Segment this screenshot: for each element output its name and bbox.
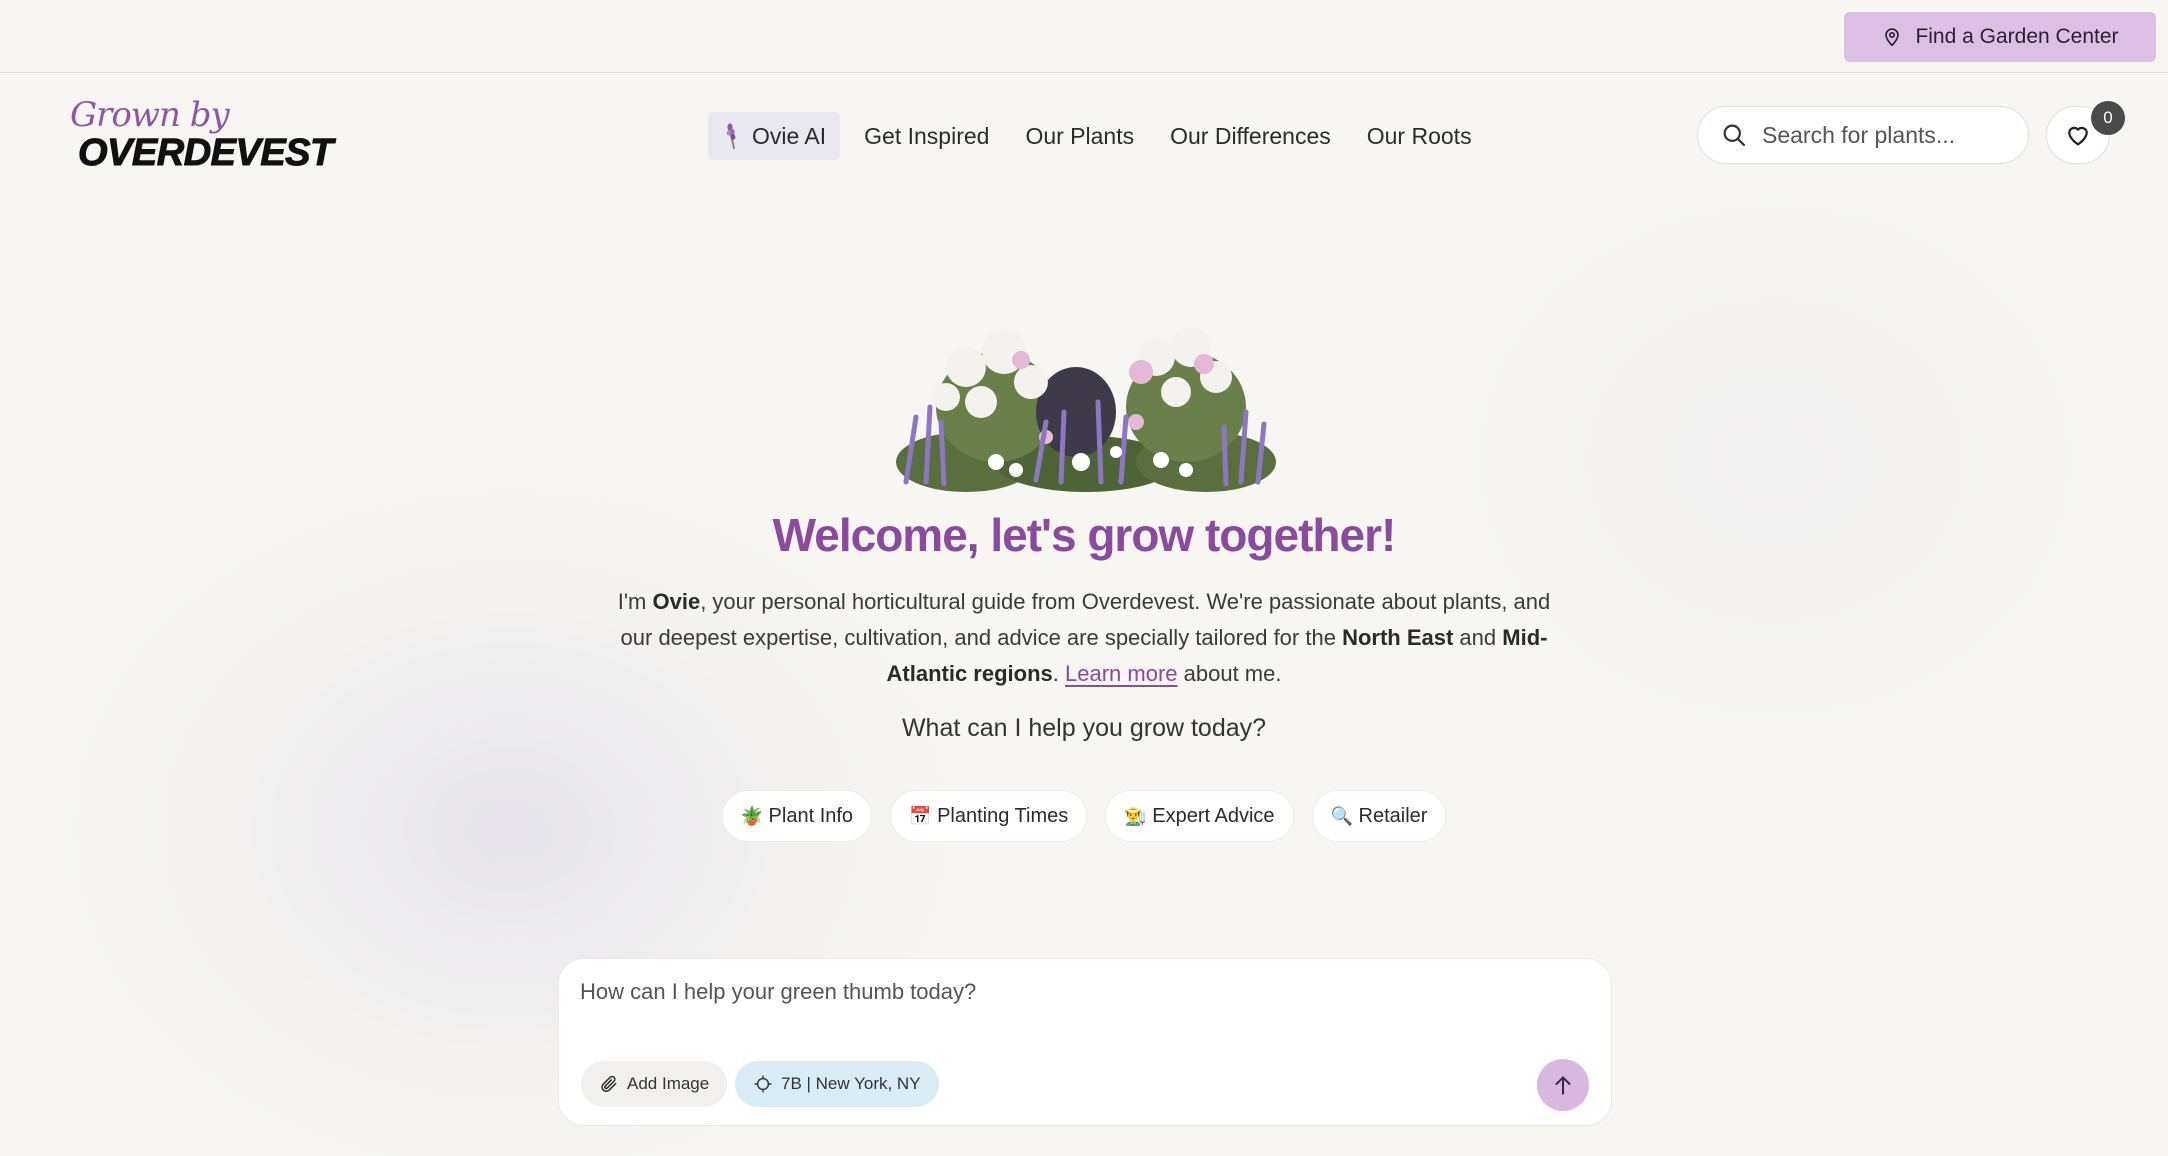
intro-text: I'm: [617, 589, 653, 614]
learn-more-link[interactable]: Learn more: [1065, 661, 1178, 686]
send-button[interactable]: [1537, 1059, 1589, 1111]
intro-paragraph: I'm Ovie, your personal horticultural gu…: [614, 584, 1554, 692]
nav-item-our-plants[interactable]: Our Plants: [1007, 112, 1152, 160]
add-image-label: Add Image: [627, 1074, 710, 1093]
nav-item-our-roots[interactable]: Our Roots: [1349, 112, 1490, 160]
intro-text: .: [1052, 661, 1065, 686]
magnifier-icon: 🔍: [1330, 805, 1353, 826]
intro-text: about me.: [1177, 661, 1282, 686]
chat-composer: Add Image 7B | New York, NY: [558, 958, 1612, 1126]
lavender-sprig-icon: [726, 123, 736, 150]
location-zone-button[interactable]: 7B | New York, NY: [735, 1061, 939, 1107]
intro-region-north-east: North East: [1342, 625, 1454, 650]
intro-text: and: [1453, 625, 1503, 650]
calendar-icon: 📅: [909, 805, 932, 826]
nav-item-label: Ovie AI: [752, 122, 827, 149]
arrow-up-icon: [1555, 1076, 1571, 1095]
search-icon: [1723, 124, 1746, 147]
find-garden-center-button[interactable]: Find a Garden Center: [1844, 12, 2156, 62]
chip-label: Planting Times: [937, 804, 1069, 827]
nav-item-ovie-ai[interactable]: Ovie AI: [708, 112, 841, 160]
nav-item-label: Get Inspired: [864, 122, 990, 149]
nav-item-label: Our Plants: [1025, 122, 1135, 149]
nav-item-get-inspired[interactable]: Get Inspired: [846, 112, 1007, 160]
find-garden-center-label: Find a Garden Center: [1915, 25, 2119, 48]
logo-brand-text: OVERDEVEST: [78, 132, 334, 174]
flower-garden-illustration: [896, 327, 1276, 492]
chip-plant-info[interactable]: 🪴 Plant Info: [721, 790, 873, 842]
add-image-button[interactable]: Add Image: [581, 1061, 728, 1107]
heart-icon: [2068, 126, 2088, 146]
main-nav: Ovie AI Get Inspired Our Plants Our Diff…: [708, 112, 1490, 160]
nav-item-our-differences[interactable]: Our Differences: [1152, 112, 1349, 160]
chip-label: Plant Info: [768, 804, 854, 827]
favorites-count-badge: 0: [2091, 101, 2125, 135]
top-bar: Find a Garden Center: [0, 0, 2168, 73]
potted-plant-icon: 🪴: [740, 805, 763, 826]
search-box[interactable]: [1697, 106, 2029, 164]
paperclip-icon: [601, 1075, 617, 1093]
chip-expert-advice[interactable]: 👨‍🌾 Expert Advice: [1105, 790, 1294, 842]
welcome-heading: Welcome, let's grow together!: [772, 509, 1397, 561]
chip-label: Retailer: [1358, 804, 1428, 827]
logo[interactable]: Grown by OVERDEVEST: [68, 95, 334, 178]
nav-item-label: Our Roots: [1366, 122, 1472, 149]
map-pin-icon: [1885, 28, 1900, 47]
help-question: What can I help you grow today?: [901, 714, 1267, 742]
chip-label: Expert Advice: [1152, 804, 1275, 827]
chat-input[interactable]: [580, 979, 1480, 1005]
location-label: 7B | New York, NY: [781, 1074, 921, 1093]
logo-script-text: Grown by: [70, 95, 230, 135]
chip-planting-times[interactable]: 📅 Planting Times: [890, 790, 1088, 842]
search-input[interactable]: [1762, 121, 2002, 149]
locate-crosshair-icon: [754, 1075, 772, 1093]
intro-ovie-name: Ovie: [652, 589, 701, 614]
suggestion-chips: 🪴 Plant Info 📅 Planting Times 👨‍🌾 Expert…: [0, 790, 2168, 842]
nav-item-label: Our Differences: [1170, 122, 1331, 149]
chip-retailer[interactable]: 🔍 Retailer: [1311, 790, 1447, 842]
farmer-icon: 👨‍🌾: [1124, 805, 1147, 826]
